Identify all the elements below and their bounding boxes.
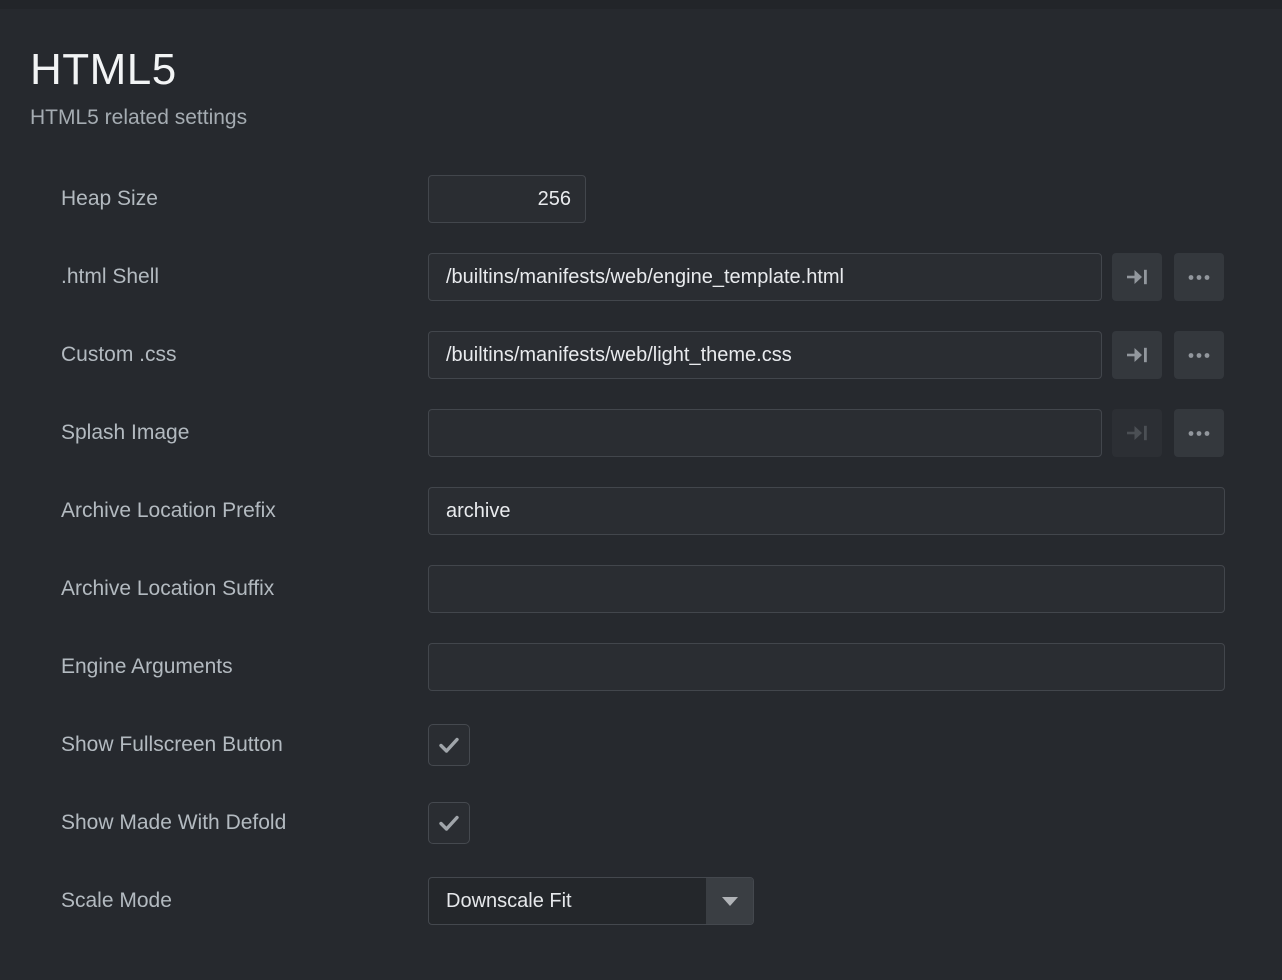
field-label-archive-location-prefix: Archive Location Prefix xyxy=(0,499,428,523)
archive-location-suffix-input[interactable] xyxy=(428,565,1225,613)
form-row-scale-mode: Scale Mode Downscale Fit xyxy=(0,862,1282,940)
field-label-heap-size: Heap Size xyxy=(0,187,428,211)
field-label-show-fullscreen-button: Show Fullscreen Button xyxy=(0,733,428,757)
browse-html-shell-button[interactable] xyxy=(1174,253,1224,301)
arrow-right-to-bar-icon xyxy=(1124,264,1150,290)
field-label-engine-arguments: Engine Arguments xyxy=(0,655,428,679)
field-label-show-made-with-defold: Show Made With Defold xyxy=(0,811,428,835)
html-shell-input[interactable] xyxy=(428,253,1102,301)
form-row-show-fullscreen-button: Show Fullscreen Button xyxy=(0,706,1282,784)
ellipsis-icon xyxy=(1186,342,1212,368)
field-label-html-shell: .html Shell xyxy=(0,265,428,289)
field-label-splash-image: Splash Image xyxy=(0,421,428,445)
archive-location-prefix-input[interactable] xyxy=(428,487,1225,535)
scale-mode-dropdown[interactable]: Downscale Fit xyxy=(428,877,754,925)
form-row-archive-location-prefix: Archive Location Prefix xyxy=(0,472,1282,550)
form-row-show-made-with-defold: Show Made With Defold xyxy=(0,784,1282,862)
open-splash-image-button[interactable] xyxy=(1112,409,1162,457)
browse-custom-css-button[interactable] xyxy=(1174,331,1224,379)
form-row-engine-arguments: Engine Arguments xyxy=(0,628,1282,706)
arrow-right-to-bar-icon xyxy=(1124,342,1150,368)
field-label-custom-css: Custom .css xyxy=(0,343,428,367)
ellipsis-icon xyxy=(1186,420,1212,446)
scale-mode-selected-value: Downscale Fit xyxy=(429,890,572,913)
form-row-archive-location-suffix: Archive Location Suffix xyxy=(0,550,1282,628)
show-made-with-defold-checkbox[interactable] xyxy=(428,802,470,844)
settings-form: Heap Size .html Shell xyxy=(0,160,1282,940)
form-row-heap-size: Heap Size xyxy=(0,160,1282,238)
form-row-html-shell: .html Shell xyxy=(0,238,1282,316)
engine-arguments-input[interactable] xyxy=(428,643,1225,691)
open-custom-css-button[interactable] xyxy=(1112,331,1162,379)
page-title: HTML5 xyxy=(30,48,247,92)
field-label-archive-location-suffix: Archive Location Suffix xyxy=(0,577,428,601)
field-label-scale-mode: Scale Mode xyxy=(0,889,428,913)
page-subtitle: HTML5 related settings xyxy=(30,106,247,130)
top-edge-divider xyxy=(0,0,1282,9)
checkmark-icon xyxy=(436,732,462,758)
arrow-right-to-bar-icon xyxy=(1124,420,1150,446)
chevron-down-icon xyxy=(706,878,753,924)
browse-splash-image-button[interactable] xyxy=(1174,409,1224,457)
heap-size-input[interactable] xyxy=(428,175,586,223)
html5-settings-page: HTML5 HTML5 related settings Heap Size .… xyxy=(0,0,1282,980)
open-html-shell-button[interactable] xyxy=(1112,253,1162,301)
splash-image-input[interactable] xyxy=(428,409,1102,457)
ellipsis-icon xyxy=(1186,264,1212,290)
show-fullscreen-button-checkbox[interactable] xyxy=(428,724,470,766)
page-header: HTML5 HTML5 related settings xyxy=(30,48,247,130)
checkmark-icon xyxy=(436,810,462,836)
custom-css-input[interactable] xyxy=(428,331,1102,379)
form-row-custom-css: Custom .css xyxy=(0,316,1282,394)
form-row-splash-image: Splash Image xyxy=(0,394,1282,472)
